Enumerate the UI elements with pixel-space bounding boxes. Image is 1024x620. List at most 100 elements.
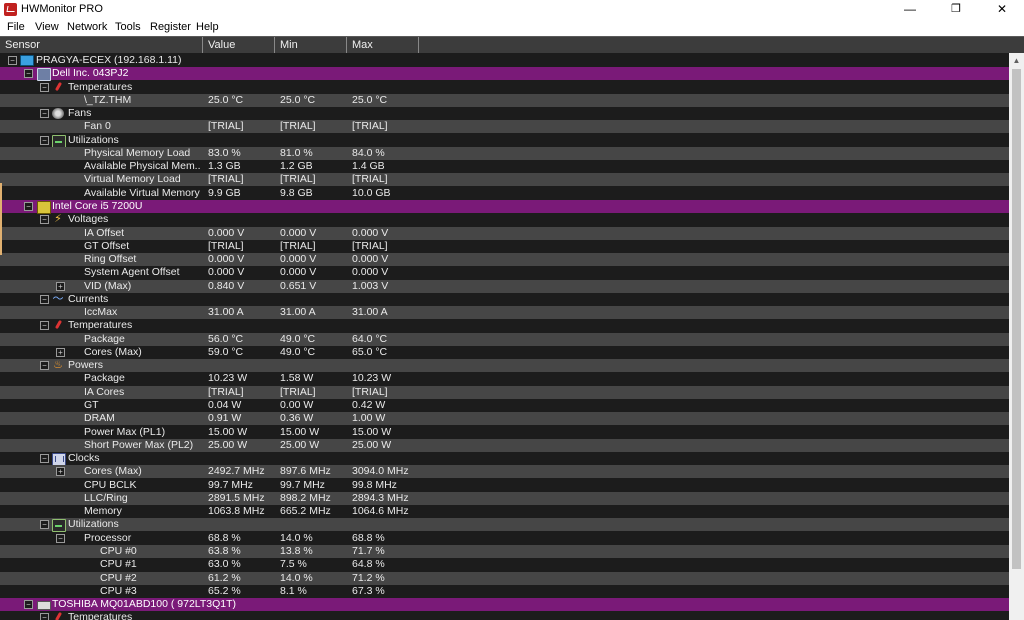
sensor-min: 14.0 %: [280, 531, 313, 544]
sensor-row[interactable]: + Cores (Max) 2492.7 MHz 897.6 MHz 3094.0 MH…: [0, 465, 1009, 479]
device-row[interactable]: − TOSHIBA MQ01ABD100 ( 972LT3Q1T): [0, 598, 1009, 612]
collapse-toggle-icon[interactable]: −: [40, 82, 49, 92]
sensor-row[interactable]: + Cores (Max) 59.0 °C 49.0 °C 65.0 °C: [0, 346, 1009, 359]
header-value[interactable]: Value: [203, 37, 275, 54]
sensor-row[interactable]: Memory 1063.8 MHz 665.2 MHz 1064.6 MHz: [0, 505, 1009, 518]
menu-network[interactable]: Network: [67, 21, 107, 33]
close-button[interactable]: ✕: [979, 0, 1024, 18]
sensor-row[interactable]: GT Offset [TRIAL] [TRIAL] [TRIAL]: [0, 240, 1009, 253]
sensor-row[interactable]: CPU #3 65.2 % 8.1 % 67.3 %: [0, 585, 1009, 598]
sensor-name: Temperatures: [68, 611, 133, 620]
sensor-name: CPU #3: [100, 584, 137, 597]
sensor-row[interactable]: IccMax 31.00 A 31.00 A 31.00 A: [0, 306, 1009, 320]
sensor-min: 14.0 %: [280, 571, 313, 584]
sensor-max: 0.000 V: [352, 266, 389, 279]
column-header: Sensor Value Min Max: [0, 36, 1024, 54]
sensor-row[interactable]: − Processor 68.8 % 14.0 % 68.8 %: [0, 532, 1009, 545]
sensor-row[interactable]: + VID (Max) 0.840 V 0.651 V 1.003 V: [0, 279, 1009, 293]
group-row[interactable]: − Utilizations: [0, 518, 1009, 533]
sensor-name: IA Cores: [84, 385, 125, 398]
group-row[interactable]: − Temperatures: [0, 611, 1009, 620]
sensor-name: Processor: [84, 531, 132, 544]
sensor-row[interactable]: DRAM 0.91 W 0.36 W 1.00 W: [0, 412, 1009, 426]
sensor-value: 10.23 W: [208, 372, 248, 385]
sensor-max: 0.000 V: [352, 253, 389, 266]
sensor-row[interactable]: CPU #1 63.0 % 7.5 % 64.8 %: [0, 558, 1009, 571]
collapse-toggle-icon[interactable]: −: [56, 533, 65, 543]
collapse-toggle-icon[interactable]: −: [24, 600, 33, 610]
scrollbar-thumb[interactable]: [1012, 69, 1021, 569]
sensor-row[interactable]: \_TZ.THM 25.0 °C 25.0 °C 25.0 °C: [0, 93, 1009, 107]
header-min[interactable]: Min: [275, 37, 347, 54]
sensor-row[interactable]: IA Offset 0.000 V 0.000 V 0.000 V: [0, 226, 1009, 240]
sensor-row[interactable]: CPU #2 61.2 % 14.0 % 71.2 %: [0, 571, 1009, 585]
menu-help[interactable]: Help: [196, 21, 219, 33]
sensor-row[interactable]: GT 0.04 W 0.00 W 0.42 W: [0, 399, 1009, 412]
sensor-name: CPU #1: [100, 558, 137, 571]
group-row[interactable]: − 〜 Currents: [0, 293, 1009, 306]
collapse-toggle-icon[interactable]: −: [40, 613, 49, 620]
collapse-toggle-icon[interactable]: −: [40, 109, 49, 119]
menu-register[interactable]: Register: [150, 21, 191, 33]
thermometer-icon: [52, 320, 64, 331]
sensor-row[interactable]: Available Physical Mem... 1.3 GB 1.2 GB 1.4…: [0, 160, 1009, 173]
window-title: HWMonitor PRO: [21, 3, 103, 15]
collapse-toggle-icon[interactable]: −: [24, 69, 33, 79]
expand-toggle-icon[interactable]: +: [56, 281, 65, 291]
collapse-toggle-icon[interactable]: −: [40, 135, 49, 145]
minimize-button[interactable]: —: [887, 0, 933, 18]
sensor-value: 56.0 °C: [208, 332, 244, 345]
sensor-row[interactable]: Package 56.0 °C 49.0 °C 64.0 °C: [0, 332, 1009, 346]
collapse-toggle-icon[interactable]: −: [40, 361, 49, 371]
group-row[interactable]: − Temperatures: [0, 81, 1009, 94]
sensor-max: 99.8 MHz: [352, 478, 397, 491]
device-row[interactable]: − Intel Core i5 7200U: [0, 199, 1009, 214]
sensor-row[interactable]: Power Max (PL1) 15.00 W 15.00 W 15.00 W: [0, 426, 1009, 439]
group-row[interactable]: − Fans: [0, 107, 1009, 120]
sensor-value: 61.2 %: [208, 571, 241, 584]
collapse-toggle-icon[interactable]: −: [40, 520, 49, 530]
sensor-min: 49.0 °C: [280, 332, 316, 345]
sensor-min: [TRIAL]: [280, 120, 316, 133]
sensor-row[interactable]: Available Virtual Memory 9.9 GB 9.8 GB 10.0…: [0, 187, 1009, 200]
voltage-bolt-icon: ⚡: [54, 213, 62, 226]
collapse-toggle-icon[interactable]: −: [8, 56, 17, 65]
sensor-row[interactable]: Physical Memory Load 83.0 % 81.0 % 84.0 %: [0, 146, 1009, 160]
sensor-row[interactable]: Fan 0 [TRIAL] [TRIAL] [TRIAL]: [0, 120, 1009, 134]
sensor-row[interactable]: Short Power Max (PL2) 25.00 W 25.00 W 25.00…: [0, 438, 1009, 452]
device-row[interactable]: − Dell Inc. 043PJ2: [0, 67, 1009, 82]
collapse-toggle-icon[interactable]: −: [40, 294, 49, 304]
scroll-up-arrow-icon[interactable]: ▲: [1009, 53, 1024, 68]
sensor-row[interactable]: LLC/Ring 2891.5 MHz 898.2 MHz 2894.3 MHz: [0, 491, 1009, 505]
sensor-row[interactable]: System Agent Offset 0.000 V 0.000 V 0.000 V: [0, 266, 1009, 279]
restore-button[interactable]: ❐: [933, 0, 979, 18]
sensor-tree[interactable]: − PRAGYA-ECEX (192.168.1.11) − Dell Inc. 04…: [0, 53, 1009, 620]
expand-toggle-icon[interactable]: +: [56, 347, 65, 357]
sensor-row[interactable]: CPU BCLK 99.7 MHz 99.7 MHz 99.8 MHz: [0, 479, 1009, 492]
menu-view[interactable]: View: [35, 21, 59, 33]
sensor-row[interactable]: Package 10.23 W 1.58 W 10.23 W: [0, 372, 1009, 385]
header-sensor[interactable]: Sensor: [0, 37, 203, 54]
group-row[interactable]: − ⚡ Voltages: [0, 213, 1009, 226]
group-row[interactable]: − Utilizations: [0, 134, 1009, 148]
collapse-toggle-icon[interactable]: −: [40, 321, 49, 331]
sensor-row[interactable]: Ring Offset 0.000 V 0.000 V 0.000 V: [0, 253, 1009, 267]
group-row[interactable]: − PRAGYA-ECEX (192.168.1.11): [0, 54, 1009, 67]
sensor-name: Ring Offset: [84, 253, 137, 266]
sensor-row[interactable]: IA Cores [TRIAL] [TRIAL] [TRIAL]: [0, 385, 1009, 399]
menu-tools[interactable]: Tools: [115, 21, 141, 33]
collapse-toggle-icon[interactable]: −: [24, 201, 33, 211]
vertical-scrollbar[interactable]: ▲: [1009, 53, 1024, 620]
group-row[interactable]: − Temperatures: [0, 319, 1009, 332]
sensor-name: IccMax: [84, 306, 118, 319]
sensor-row[interactable]: Virtual Memory Load [TRIAL] [TRIAL] [TRIAL]: [0, 173, 1009, 187]
group-row[interactable]: − ♨ Powers: [0, 359, 1009, 373]
expand-toggle-icon[interactable]: +: [56, 467, 65, 477]
sensor-row[interactable]: CPU #0 63.8 % 13.8 % 71.7 %: [0, 544, 1009, 558]
header-max[interactable]: Max: [347, 37, 419, 54]
sensor-name: GT Offset: [84, 239, 130, 252]
group-row[interactable]: − Clocks: [0, 452, 1009, 467]
menu-file[interactable]: File: [7, 21, 25, 33]
collapse-toggle-icon[interactable]: −: [40, 215, 49, 225]
collapse-toggle-icon[interactable]: −: [40, 454, 49, 464]
